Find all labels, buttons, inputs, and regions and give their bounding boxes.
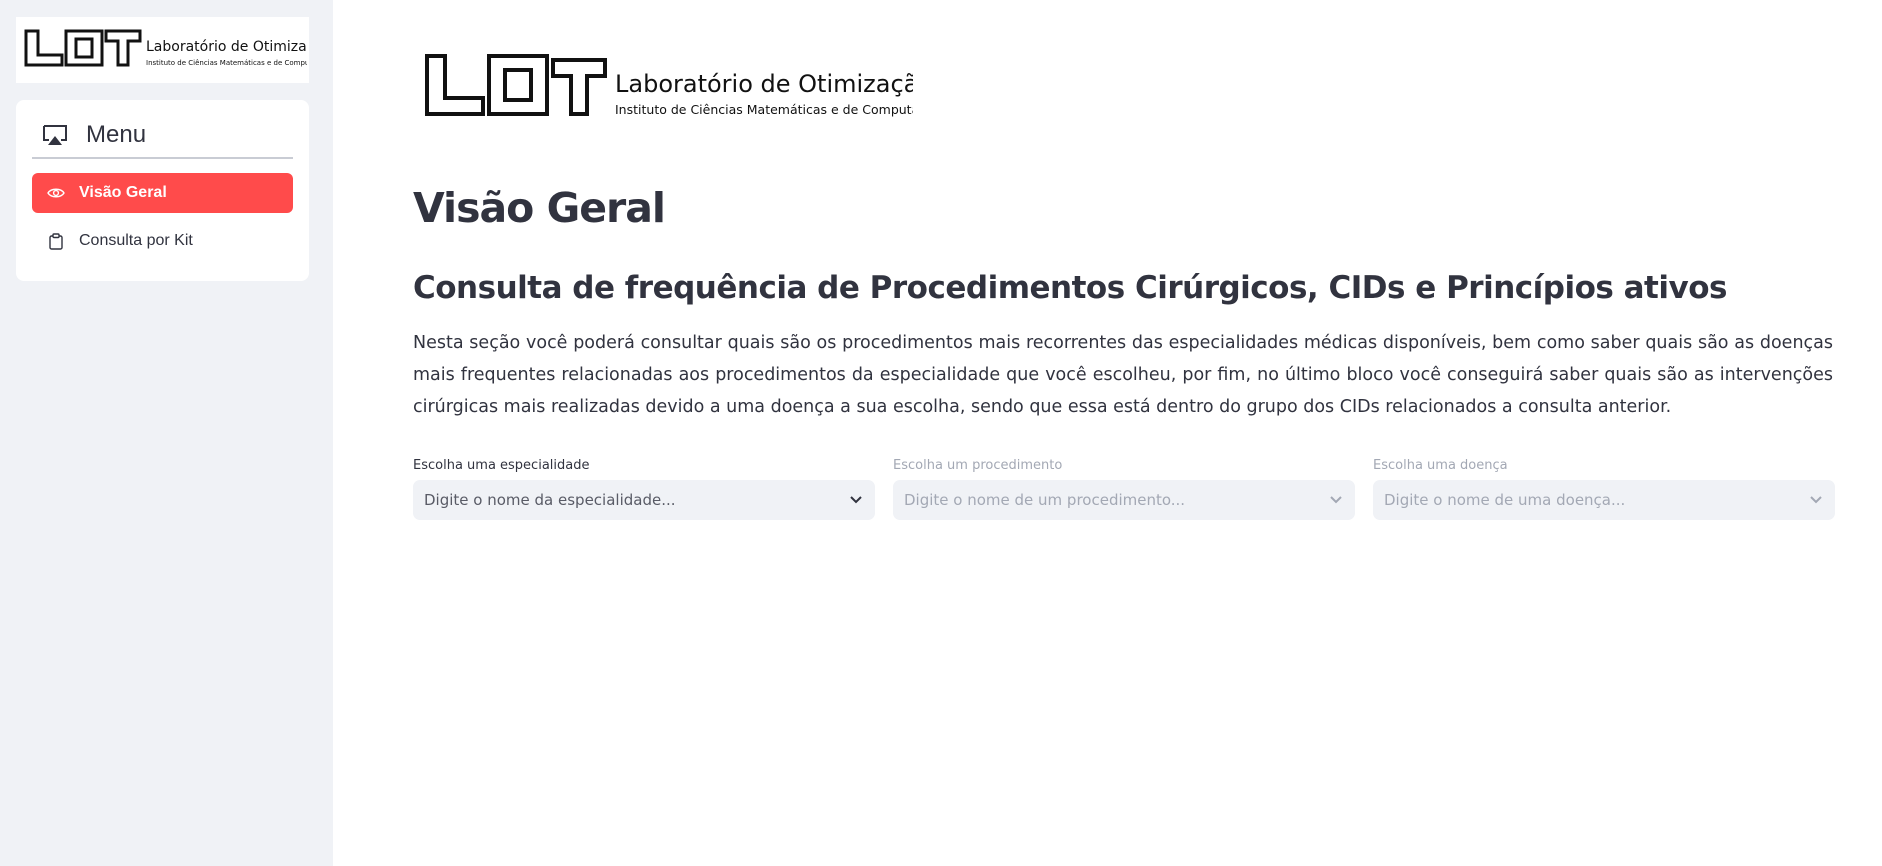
menu-card: Menu Visão Geral Consulta por Kit xyxy=(16,100,309,281)
nav-item-label: Visão Geral xyxy=(79,184,167,201)
main-content: Laboratório de Otimização Instituto de C… xyxy=(333,0,1882,866)
menu-title: Menu xyxy=(86,121,147,148)
chevron-down-icon xyxy=(1810,496,1822,504)
eye-icon xyxy=(47,185,65,201)
svg-text:Laboratório de Otimização: Laboratório de Otimização xyxy=(146,39,307,55)
sidebar: Laboratório de Otimização Instituto de C… xyxy=(0,0,333,866)
airplay-icon xyxy=(43,125,67,145)
specialty-select[interactable]: Digite o nome da especialidade... xyxy=(413,480,875,520)
section-description: Nesta seção você poderá consultar quais … xyxy=(413,333,1833,417)
disease-select-label: Escolha uma doença xyxy=(1373,458,1508,473)
nav-item-consulta-por-kit[interactable]: Consulta por Kit xyxy=(32,221,293,261)
nav-item-label: Consulta por Kit xyxy=(79,232,193,249)
procedure-select[interactable]: Digite o nome de um procedimento... xyxy=(893,480,1355,520)
main-logo: Laboratório de Otimização Instituto de C… xyxy=(423,50,913,122)
procedure-select-label: Escolha um procedimento xyxy=(893,458,1063,473)
clipboard-icon xyxy=(47,232,65,250)
svg-text:Laboratório de Otimização: Laboratório de Otimização xyxy=(615,70,913,98)
disease-select-placeholder: Digite o nome de uma doença... xyxy=(1384,491,1626,509)
specialty-select-placeholder: Digite o nome da especialidade... xyxy=(424,491,676,509)
chevron-down-icon xyxy=(850,496,862,504)
disease-select[interactable]: Digite o nome de uma doença... xyxy=(1373,480,1835,520)
page-title: Visão Geral xyxy=(413,184,666,232)
specialty-select-field: Escolha uma especialidade Digite o nome … xyxy=(413,458,875,520)
svg-text:Instituto de Ciências Matemáti: Instituto de Ciências Matemáticas e de C… xyxy=(615,102,913,117)
sidebar-logo: Laboratório de Otimização Instituto de C… xyxy=(16,17,309,83)
svg-text:Instituto de Ciências Matemáti: Instituto de Ciências Matemáticas e de C… xyxy=(146,59,307,67)
procedure-select-field: Escolha um procedimento Digite o nome de… xyxy=(893,458,1355,520)
nav-item-visao-geral[interactable]: Visão Geral xyxy=(32,173,293,213)
disease-select-field: Escolha uma doença Digite o nome de uma … xyxy=(1373,458,1835,520)
chevron-down-icon xyxy=(1330,496,1342,504)
section-title: Consulta de frequência de Procedimentos … xyxy=(413,270,1727,306)
lot-logo-image: Laboratório de Otimização Instituto de C… xyxy=(425,54,913,117)
menu-header: Menu xyxy=(32,113,293,159)
specialty-select-label: Escolha uma especialidade xyxy=(413,458,590,473)
procedure-select-placeholder: Digite o nome de um procedimento... xyxy=(904,491,1186,509)
lot-logo-image: Laboratório de Otimização Instituto de C… xyxy=(24,29,307,67)
